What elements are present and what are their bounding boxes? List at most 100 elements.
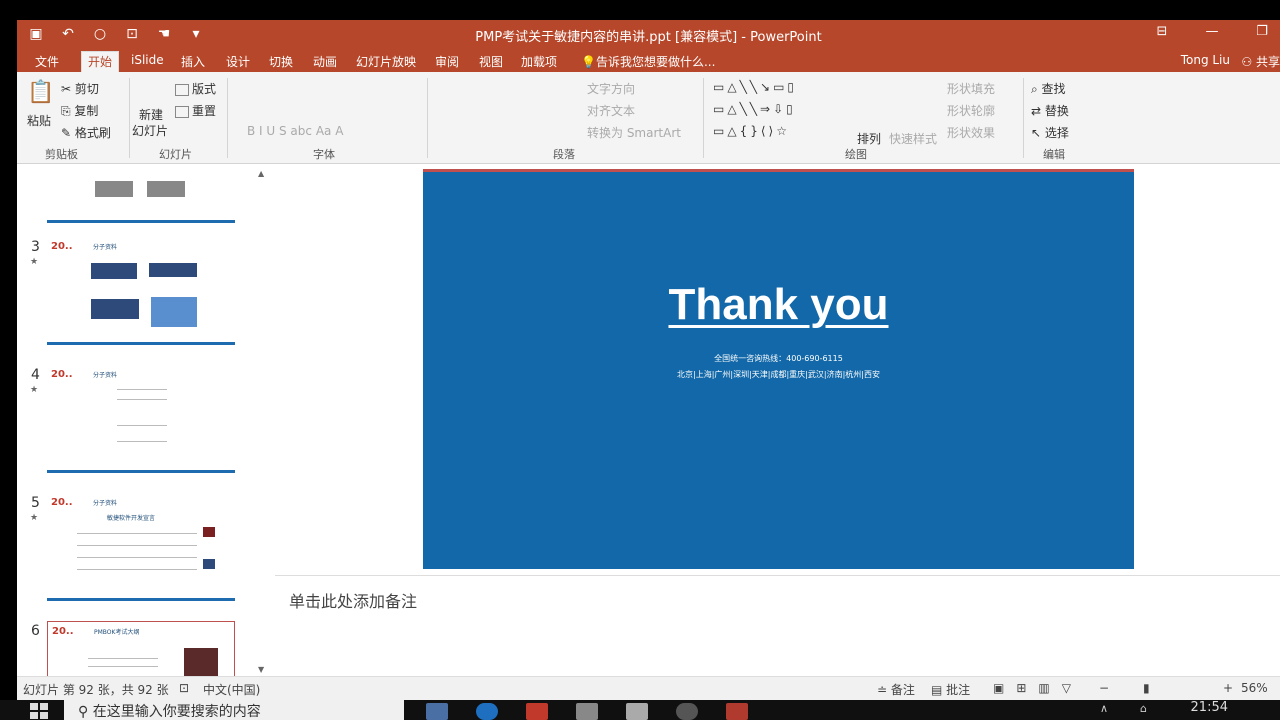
taskbar-app-icon[interactable]	[726, 703, 748, 720]
taskbar-app-icon[interactable]	[426, 703, 448, 720]
search-icon: ⌕	[1031, 82, 1042, 96]
tab-file[interactable]: 文件	[29, 53, 65, 70]
brush-icon: ✎	[61, 126, 75, 140]
tab-design[interactable]: 设计	[220, 53, 256, 70]
slide-thumbnail-5[interactable]: 20.. 分子资料 敏捷软件开发宣言	[47, 493, 235, 601]
paste-button[interactable]: 粘贴	[27, 112, 51, 129]
layout-button[interactable]: 版式	[175, 80, 216, 97]
slide-number-5: 5	[31, 495, 40, 511]
quick-styles-button[interactable]: 快速样式	[889, 130, 937, 147]
reset-icon	[175, 105, 189, 118]
thumb-title: 分子资料	[93, 244, 118, 251]
tab-home[interactable]: 开始	[81, 51, 120, 72]
minimize-icon[interactable]: —	[1202, 24, 1222, 39]
taskbar-app-icon[interactable]	[676, 703, 698, 720]
replace-button[interactable]: ⇄ 替换	[1031, 102, 1069, 119]
drawing-group-label: 绘图	[845, 148, 867, 161]
person-icon: ⚇	[1241, 55, 1256, 69]
cut-button[interactable]: ✂ 剪切	[61, 80, 99, 97]
zoom-slider[interactable]: ▮	[1143, 681, 1150, 695]
tab-review[interactable]: 审阅	[429, 53, 465, 70]
slide-number-3: 3	[31, 239, 40, 255]
slide-thumbnail-4[interactable]: 20.. 分子资料	[47, 365, 235, 473]
tab-addins[interactable]: 加载项	[515, 53, 563, 70]
tab-insert[interactable]: 插入	[175, 53, 211, 70]
view-buttons[interactable]: ▣⊞▥▽	[993, 681, 1083, 695]
find-button[interactable]: ⌕ 查找	[1031, 80, 1066, 97]
windows-start-icon[interactable]	[30, 703, 50, 720]
share-button[interactable]: ⚇ 共享	[1241, 53, 1280, 70]
comment-icon: ▤	[931, 683, 947, 697]
tell-me-box[interactable]: 💡告诉我您想要做什么...	[575, 53, 721, 70]
edge-icon[interactable]	[476, 703, 498, 720]
tray-chevron-icon[interactable]: ∧	[1100, 702, 1108, 715]
current-slide[interactable]: Thank you 全国统一咨询热线：400-690-6115 北京|上海|广州…	[423, 169, 1134, 569]
slide-number-6: 6	[31, 623, 40, 639]
notes-toggle[interactable]: ≐ 备注	[877, 681, 915, 698]
spellcheck-icon[interactable]: ⊡	[179, 681, 189, 695]
thumb-title: 分子资料	[93, 372, 118, 379]
shape-outline-button[interactable]: 形状轮廓	[947, 102, 995, 119]
restore-icon[interactable]: ❐	[1252, 24, 1272, 39]
tab-transitions[interactable]: 切换	[263, 53, 299, 70]
clipboard-group-label: 剪贴板	[45, 148, 78, 161]
thumb-logo: 20..	[51, 241, 73, 252]
editing-group-label: 编辑	[1043, 148, 1065, 161]
powerpoint-icon[interactable]	[526, 703, 548, 720]
shapes-gallery-row2[interactable]: ▭△╲╲⇒⇩▯	[713, 102, 796, 116]
slide-thumbnail-3[interactable]: 20.. 分子资料	[47, 237, 235, 345]
format-painter-button[interactable]: ✎ 格式刷	[61, 124, 111, 141]
taskbar-app-icon[interactable]	[576, 703, 598, 720]
arrange-button[interactable]: 排列	[857, 130, 881, 147]
tab-slideshow[interactable]: 幻灯片放映	[350, 53, 422, 70]
align-text-button[interactable]: 对齐文本	[587, 102, 635, 119]
scroll-down-icon[interactable]: ▼	[258, 665, 264, 674]
notes-placeholder[interactable]: 单击此处添加备注	[289, 588, 417, 612]
taskbar-app-icon[interactable]	[626, 703, 648, 720]
comments-toggle[interactable]: ▤ 批注	[931, 681, 970, 698]
thumbnail-scrollbar[interactable]: ▲ ▼	[255, 165, 271, 678]
shapes-gallery[interactable]: ▭△╲╲↘▭▯	[713, 80, 797, 94]
thumb-title: 分子资料	[93, 500, 118, 507]
animation-star-icon: ★	[30, 385, 39, 395]
slide-headline[interactable]: Thank you	[423, 280, 1134, 330]
taskbar-search[interactable]: ⚲ 在这里输入你要搜索的内容	[64, 700, 404, 720]
zoom-level[interactable]: 56%	[1241, 681, 1268, 695]
notes-pane[interactable]: 单击此处添加备注	[275, 575, 1280, 678]
tab-animations[interactable]: 动画	[307, 53, 343, 70]
new-slide-label[interactable]: 幻灯片	[132, 122, 168, 139]
scissors-icon: ✂	[61, 82, 75, 96]
ribbon-display-icon[interactable]: ⊟	[1152, 24, 1172, 39]
zoom-in-icon[interactable]: +	[1223, 681, 1233, 695]
slide-counter: 幻灯片 第 92 张，共 92 张	[23, 683, 169, 697]
copy-button[interactable]: ⎘ 复制	[61, 102, 98, 119]
window-buttons: ⊟ — ❐	[1152, 24, 1272, 39]
zoom-out-icon[interactable]: −	[1099, 681, 1109, 695]
shapes-gallery-row3[interactable]: ▭△{}⟨⟩☆	[713, 124, 790, 138]
search-icon: ⚲	[78, 704, 93, 720]
reset-button[interactable]: 重置	[175, 102, 216, 119]
language-indicator[interactable]: 中文(中国)	[203, 681, 260, 698]
user-name[interactable]: Tong Liu	[1181, 53, 1230, 67]
slide-hotline[interactable]: 全国统一咨询热线：400-690-6115	[423, 353, 1134, 364]
clock[interactable]: 21:54	[1191, 700, 1228, 715]
tab-view[interactable]: 视图	[473, 53, 509, 70]
font-format-buttons[interactable]: B I U S abc Aa A	[247, 124, 343, 138]
notes-icon: ≐	[877, 683, 891, 697]
paste-icon[interactable]: 📋	[27, 80, 54, 105]
slide-cities[interactable]: 北京|上海|广州|深圳|天津|成都|重庆|武汉|济南|杭州|西安	[423, 369, 1134, 380]
shape-fill-button[interactable]: 形状填充	[947, 80, 995, 97]
tab-islide[interactable]: iSlide	[125, 53, 170, 67]
select-button[interactable]: ↖ 选择	[1031, 124, 1069, 141]
text-direction-button[interactable]: 文字方向	[587, 80, 635, 97]
paragraph-group-label: 段落	[553, 148, 575, 161]
animation-star-icon: ★	[30, 513, 39, 523]
slide-thumbnail-2[interactable]	[47, 165, 235, 223]
new-slide-button[interactable]: 新建	[139, 106, 163, 123]
shape-effects-button[interactable]: 形状效果	[947, 124, 995, 141]
thumbnail-pane[interactable]: 3 ★ 20.. 分子资料 4 ★ 20.. 分子资料 5 ★ 20.. 分子资…	[17, 165, 275, 678]
network-icon[interactable]: ⌂	[1140, 702, 1147, 715]
smartart-button[interactable]: 转换为 SmartArt	[587, 124, 681, 141]
slide-thumbnail-6[interactable]: 20.. PMBOK考试大纲	[47, 621, 235, 678]
scroll-up-icon[interactable]: ▲	[258, 169, 264, 178]
